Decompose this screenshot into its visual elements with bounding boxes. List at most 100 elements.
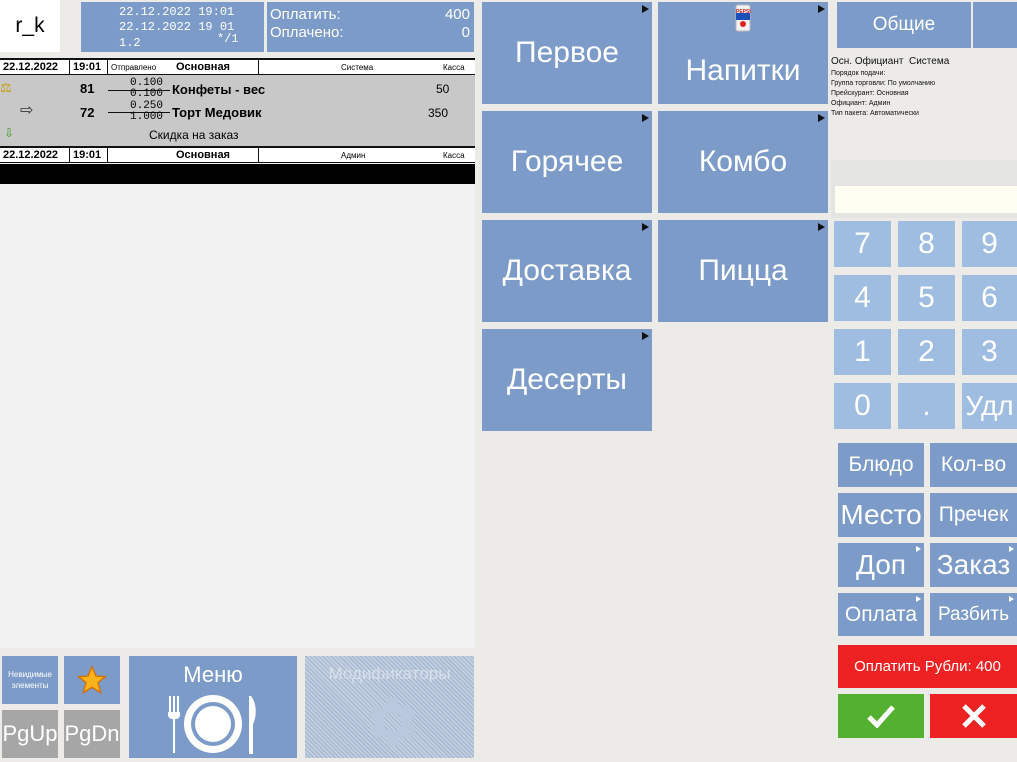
submenu-arrow-icon: [818, 114, 825, 122]
precheck-button[interactable]: Пречек: [930, 493, 1017, 537]
key-7[interactable]: 7: [834, 221, 891, 267]
quantity-button[interactable]: Кол-во: [930, 443, 1017, 487]
header-divider: [69, 148, 70, 163]
category-combo[interactable]: Комбо: [658, 111, 828, 213]
payment-summary: Оплатить: 400 Оплачено: 0: [267, 2, 474, 52]
cancel-button[interactable]: [930, 694, 1017, 738]
order-header-user: Система: [341, 63, 374, 72]
close-icon: [961, 704, 986, 728]
quantity-label: Кол-во: [940, 453, 1007, 476]
key-5[interactable]: 5: [898, 275, 955, 321]
menu-button[interactable]: Меню: [129, 656, 297, 758]
modifiers-button[interactable]: Модификаторы: [305, 656, 474, 758]
order-header-row[interactable]: 22.12.2022 19:01 Отправлено Основная Сис…: [0, 58, 475, 75]
key-dot-label: .: [922, 389, 931, 422]
precheck-label: Пречек: [938, 503, 1009, 526]
submenu-arrow-icon: [642, 5, 649, 13]
key-0-label: 0: [854, 389, 871, 422]
star-icon: [76, 664, 108, 695]
page-up-button[interactable]: PgUp: [2, 710, 58, 758]
tab-general-label: Общие: [872, 14, 936, 35]
header-divider: [107, 148, 108, 163]
key-4[interactable]: 4: [834, 275, 891, 321]
key-dot[interactable]: .: [898, 383, 955, 429]
key-3-label: 3: [981, 335, 998, 368]
order-header-time: 19:01: [73, 61, 102, 73]
header-divider: [258, 148, 259, 163]
modifiers-label: Модификаторы: [328, 664, 451, 683]
paid-label: Оплачено:: [270, 24, 344, 41]
order-header-date: 22.12.2022: [3, 149, 59, 161]
key-0[interactable]: 0: [834, 383, 891, 429]
menu-label: Меню: [183, 662, 243, 687]
category-drinks[interactable]: PEPSI Напитки: [658, 2, 828, 104]
split-button[interactable]: Разбить: [930, 593, 1017, 636]
item-price: 50: [436, 82, 450, 96]
active-order-bar[interactable]: [0, 164, 475, 184]
invisible-elements-button[interactable]: Невидимые элементы: [2, 656, 58, 704]
page-down-button[interactable]: PgDn: [64, 710, 120, 758]
favorites-button[interactable]: [64, 656, 120, 704]
info-line-package-type: Тип пакета: Автоматически: [831, 110, 919, 117]
pepsi-logo-text: PEPSI: [736, 9, 751, 15]
category-delivery[interactable]: Доставка: [482, 220, 652, 322]
key-6-label: 6: [981, 281, 998, 314]
place-button[interactable]: Место: [838, 493, 924, 537]
order-item-row[interactable]: ⇨ 72 0.250 1.000 Торт Медовик 350: [0, 100, 475, 126]
key-1[interactable]: 1: [834, 329, 891, 375]
to-pay-value: 400: [444, 6, 470, 23]
category-desserts-label: Десерты: [506, 363, 627, 396]
submenu-arrow-icon: [1009, 546, 1014, 552]
item-price: 350: [428, 106, 449, 120]
order-header-row[interactable]: 22.12.2022 19:01 Основная Админ Касса: [0, 146, 475, 163]
tab-general[interactable]: Общие: [837, 2, 971, 48]
key-2-label: 2: [918, 335, 935, 368]
category-first-label: Первое: [515, 36, 619, 69]
input-display[interactable]: [835, 186, 1017, 213]
category-pizza[interactable]: Пицца: [658, 220, 828, 322]
submenu-arrow-icon: [642, 114, 649, 122]
order-header-status: Отправлено: [111, 63, 157, 72]
key-8[interactable]: 8: [898, 221, 955, 267]
info-line-serve-order: Порядок подачи:: [831, 70, 886, 77]
key-2[interactable]: 2: [898, 329, 955, 375]
dish-button[interactable]: Блюдо: [838, 443, 924, 487]
key-9[interactable]: 9: [962, 221, 1017, 267]
key-7-label: 7: [854, 227, 871, 260]
category-desserts[interactable]: Десерты: [482, 329, 652, 431]
payment-button[interactable]: Оплата: [838, 593, 924, 636]
order-button[interactable]: Заказ: [930, 543, 1017, 587]
key-8-label: 8: [918, 227, 935, 260]
order-info-box[interactable]: 22.12.2022 19:01 22.12.2022 19 01 1.2 */…: [81, 2, 264, 52]
user-name: r_k: [15, 14, 45, 37]
category-hot[interactable]: Горячее: [482, 111, 652, 213]
item-weight-bottom: 0.100: [130, 88, 164, 100]
key-delete[interactable]: Удл: [962, 383, 1017, 429]
order-item-row[interactable]: ⚖ 81 0.100 0.100 Конфеты - вес 50: [0, 77, 475, 100]
info-line-price-list: Прейскурант: Основная: [831, 90, 909, 97]
order-label: Заказ: [936, 549, 1011, 580]
category-first[interactable]: Первое: [482, 2, 652, 104]
pay-rubles-button[interactable]: Оплатить Рубли: 400: [838, 645, 1017, 688]
submenu-arrow-icon: [1009, 596, 1014, 602]
key-3[interactable]: 3: [962, 329, 1017, 375]
extra-button[interactable]: Доп: [838, 543, 924, 587]
order-header-station: Касса: [443, 63, 465, 72]
info-line-waiter: Официант: Админ: [831, 100, 891, 107]
category-drinks-label: Напитки: [685, 54, 801, 87]
confirm-button[interactable]: [838, 694, 924, 738]
page-down-label: PgDn: [64, 721, 120, 746]
category-pizza-label: Пицца: [698, 254, 788, 287]
submenu-arrow-icon: [916, 546, 921, 552]
tab-extra[interactable]: [973, 2, 1017, 48]
order-header-station: Касса: [443, 151, 465, 160]
submenu-arrow-icon: [818, 5, 825, 13]
order-header-date: 22.12.2022: [3, 61, 59, 73]
exit-icon: ⇨: [20, 102, 34, 119]
order-group-1[interactable]: 22.12.2022 19:01 Отправлено Основная Сис…: [0, 58, 475, 146]
header-divider: [258, 60, 259, 75]
key-6[interactable]: 6: [962, 275, 1017, 321]
order-list[interactable]: 22.12.2022 19:01 Отправлено Основная Сис…: [0, 58, 475, 648]
item-weight-bottom: 1.000: [130, 111, 164, 123]
key-1-label: 1: [854, 335, 871, 368]
